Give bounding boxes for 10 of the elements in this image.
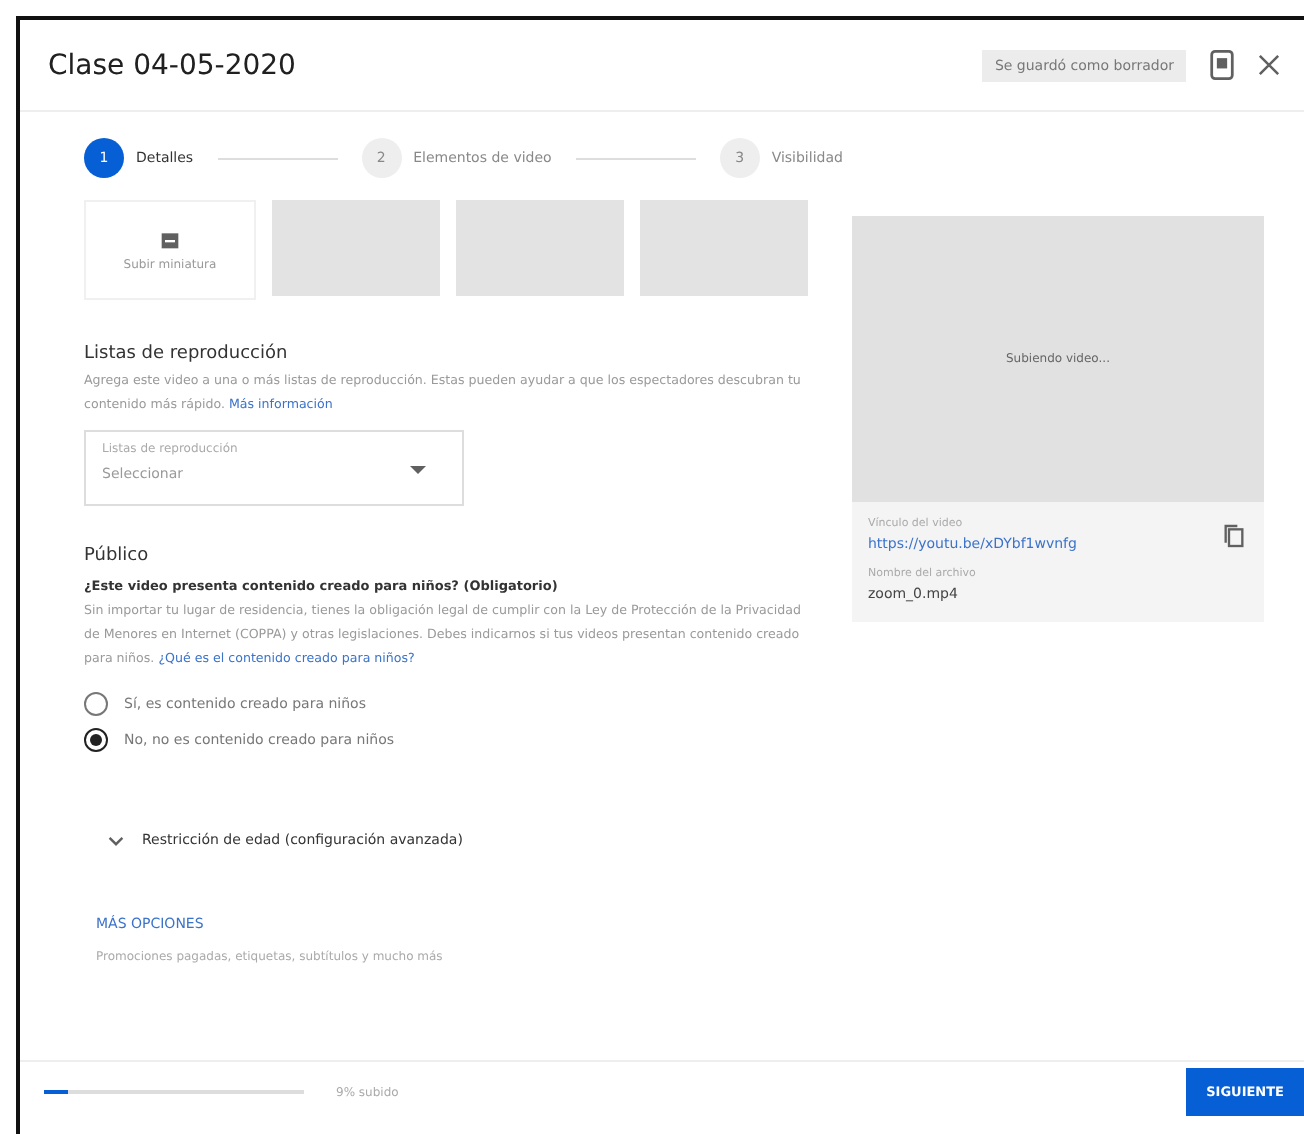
section-heading: Público <box>84 546 151 566</box>
chevron-icon[interactable] <box>108 835 124 845</box>
radio-button[interactable] <box>84 728 108 752</box>
image-icon <box>160 229 180 249</box>
radio-button[interactable] <box>84 692 108 716</box>
section-heading: Listas de reproducción <box>84 344 290 364</box>
close-icon[interactable] <box>1258 54 1280 76</box>
window-title: Clase 04-05-2020 <box>48 49 296 81</box>
copy-icon[interactable] <box>1224 523 1244 547</box>
caret-icon <box>410 466 426 474</box>
